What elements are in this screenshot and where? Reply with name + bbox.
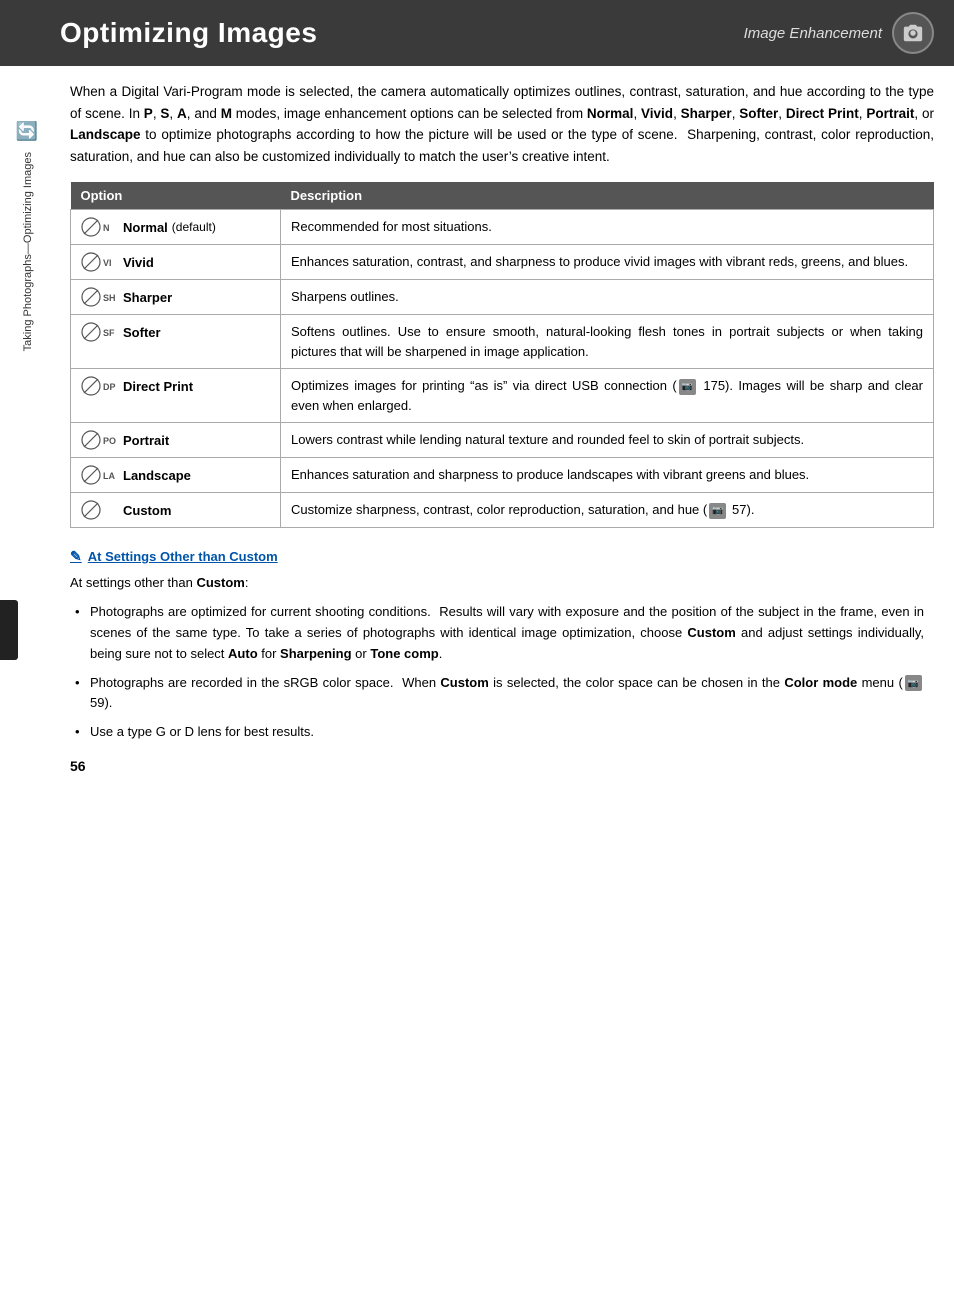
table-row: SH Sharper Sharpens outlines. bbox=[71, 280, 934, 315]
desc-cell: Softens outlines. Use to ensure smooth, … bbox=[281, 315, 934, 369]
option-name: Custom bbox=[123, 501, 171, 521]
table-row: SF Softer Softens outlines. Use to ensure … bbox=[71, 315, 934, 369]
camera-icon bbox=[892, 12, 934, 54]
notes-title: ✎ At Settings Other than Custom bbox=[70, 548, 924, 565]
options-table: Option Description N Normal(default) Recom… bbox=[70, 182, 934, 528]
svg-text:DP: DP bbox=[103, 382, 116, 392]
option-name: Normal bbox=[123, 218, 168, 238]
table-row: Custom Customize sharpness, contrast, col… bbox=[71, 493, 934, 528]
svg-text:VI: VI bbox=[103, 258, 112, 268]
option-name: Landscape bbox=[123, 466, 191, 486]
side-tab-text: Taking Photographs—Optimizing Images bbox=[22, 152, 34, 351]
header-right: Image Enhancement bbox=[744, 12, 934, 54]
option-cell: PO Portrait bbox=[71, 423, 281, 458]
notes-title-text: At Settings Other than Custom bbox=[88, 549, 278, 564]
side-tab-icon: 🔄 bbox=[17, 120, 39, 142]
svg-text:SH: SH bbox=[103, 293, 116, 303]
intro-paragraph: When a Digital Vari-Program mode is sele… bbox=[70, 81, 934, 167]
option-icon: PO bbox=[81, 430, 119, 450]
option-name: Portrait bbox=[123, 431, 169, 451]
option-icon: LA bbox=[81, 465, 119, 485]
table-header-option: Option bbox=[71, 182, 281, 210]
desc-cell: Recommended for most situations. bbox=[281, 210, 934, 245]
side-black-bar bbox=[0, 600, 18, 660]
svg-text:PO: PO bbox=[103, 436, 116, 446]
option-cell: N Normal(default) bbox=[71, 210, 281, 245]
table-row: PO Portrait Lowers contrast while lending … bbox=[71, 423, 934, 458]
option-cell: SH Sharper bbox=[71, 280, 281, 315]
option-cell: SF Softer bbox=[71, 315, 281, 369]
notes-intro: At settings other than Custom: bbox=[70, 575, 248, 590]
svg-text:LA: LA bbox=[103, 471, 115, 481]
option-name: Sharper bbox=[123, 288, 172, 308]
page-number: 56 bbox=[70, 758, 934, 774]
desc-cell: Enhances saturation and sharpness to pro… bbox=[281, 458, 934, 493]
page-header: Optimizing Images Image Enhancement bbox=[0, 0, 954, 66]
bullet-item-2: Photographs are recorded in the sRGB col… bbox=[75, 673, 924, 715]
desc-cell: Customize sharpness, contrast, color rep… bbox=[281, 493, 934, 528]
option-icon: SH bbox=[81, 287, 119, 307]
option-cell: DP Direct Print bbox=[71, 369, 281, 423]
option-icon: VI bbox=[81, 252, 119, 272]
option-name: Direct Print bbox=[123, 377, 193, 397]
content-area: When a Digital Vari-Program mode is sele… bbox=[60, 66, 954, 789]
header-subtitle: Image Enhancement bbox=[744, 25, 882, 42]
table-header-desc: Description bbox=[281, 182, 934, 210]
desc-cell: Enhances saturation, contrast, and sharp… bbox=[281, 245, 934, 280]
option-sub: (default) bbox=[172, 218, 216, 236]
desc-cell: Lowers contrast while lending natural te… bbox=[281, 423, 934, 458]
table-row: DP Direct Print Optimizes images for print… bbox=[71, 369, 934, 423]
option-name: Vivid bbox=[123, 253, 154, 273]
page: 🔄 Taking Photographs—Optimizing Images O… bbox=[0, 0, 954, 1314]
option-icon: SF bbox=[81, 322, 119, 342]
table-row: LA Landscape Enhances saturation and sharp… bbox=[71, 458, 934, 493]
notes-section: ✎ At Settings Other than Custom At setti… bbox=[70, 548, 934, 743]
page-title: Optimizing Images bbox=[60, 17, 317, 49]
option-cell: VI Vivid bbox=[71, 245, 281, 280]
svg-text:N: N bbox=[103, 223, 110, 233]
notes-body: At settings other than Custom: Photograp… bbox=[70, 573, 924, 743]
desc-cell: Sharpens outlines. bbox=[281, 280, 934, 315]
option-name: Softer bbox=[123, 323, 161, 343]
table-row: VI Vivid Enhances saturation, contrast, an… bbox=[71, 245, 934, 280]
desc-cell: Optimizes images for printing “as is” vi… bbox=[281, 369, 934, 423]
bullet-list: Photographs are optimized for current sh… bbox=[70, 602, 924, 743]
table-row: N Normal(default) Recommended for most sit… bbox=[71, 210, 934, 245]
option-icon bbox=[81, 500, 119, 520]
option-cell: Custom bbox=[71, 493, 281, 528]
bullet-item-1: Photographs are optimized for current sh… bbox=[75, 602, 924, 664]
pencil-icon: ✎ bbox=[70, 548, 82, 565]
option-icon: DP bbox=[81, 376, 119, 396]
option-icon: N bbox=[81, 217, 119, 237]
bullet-item-3: Use a type G or D lens for best results. bbox=[75, 722, 924, 743]
option-cell: LA Landscape bbox=[71, 458, 281, 493]
svg-text:SF: SF bbox=[103, 328, 115, 338]
